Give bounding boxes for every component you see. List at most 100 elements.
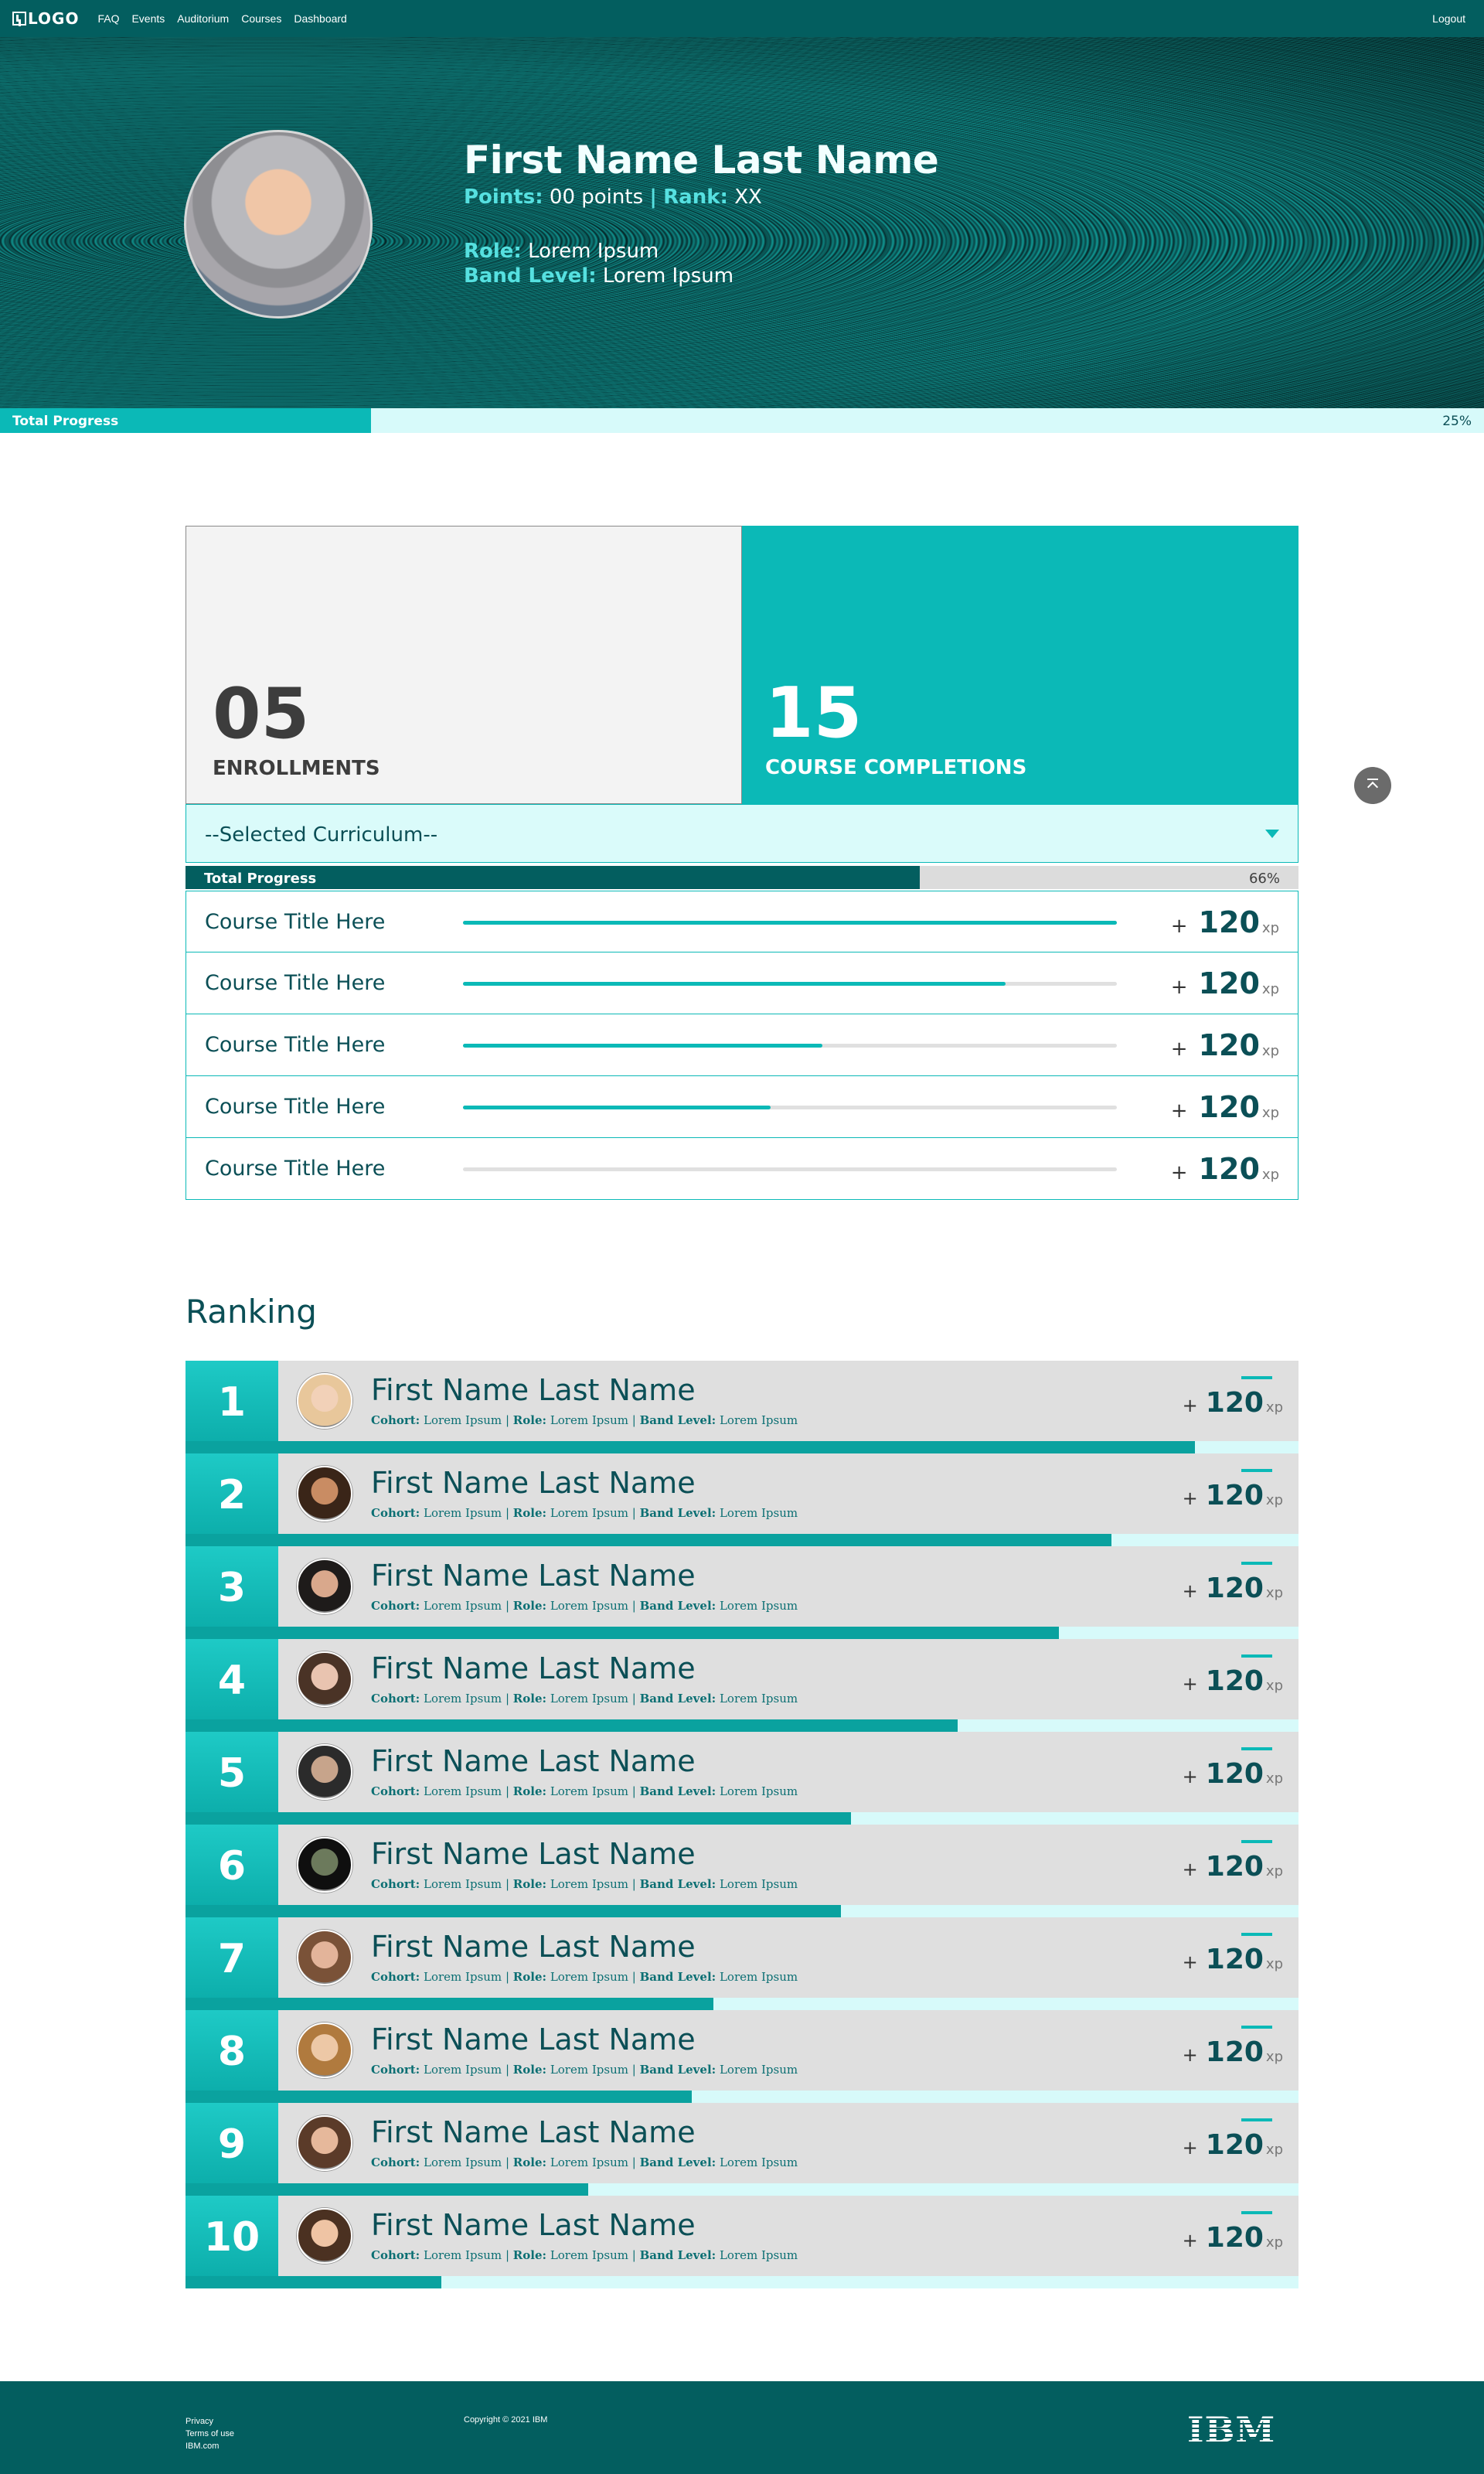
xp-plus: + [1182,1395,1198,1416]
ranking-name: First Name Last Name [371,1837,696,1871]
role-label: Role: [512,1970,547,1984]
footer-link-terms[interactable]: Terms of use [186,2428,234,2440]
top-nav: LOGO FAQ Events Auditorium Courses Dashb… [0,0,1484,37]
ranking-progress-fill [186,1998,713,2010]
profile-info: First Name Last Name Points: 00 points |… [464,138,939,288]
ranking-progress-fill [186,2183,589,2196]
nav-link-auditorium[interactable]: Auditorium [177,12,229,25]
curriculum-select[interactable]: --Selected Curriculum-- [186,804,1298,863]
ranking-xp: +120 xp [1183,1944,1283,1975]
meta-separator: | [631,1970,636,1984]
nav-link-events[interactable]: Events [131,12,165,25]
role-label: Role: [512,2155,547,2169]
nav-link-faq[interactable]: FAQ [97,12,119,25]
ranking-row[interactable]: 5 First Name Last Name Cohort: Lorem Ipsum… [186,1732,1298,1825]
cohort-label: Cohort: [371,1692,420,1706]
chevron-down-icon [1265,830,1279,838]
logout-link[interactable]: Logout [1432,12,1465,25]
ranking-xp: +120 xp [1183,2036,1283,2068]
nav-link-dashboard[interactable]: Dashboard [294,12,347,25]
ranking-row[interactable]: 1 First Name Last Name Cohort: Lorem Ipsum… [186,1361,1298,1453]
course-xp: +120 xp [1171,1152,1279,1186]
course-title: Course Title Here [205,971,386,995]
ranking-row[interactable]: 7 First Name Last Name Cohort: Lorem Ipsum… [186,1917,1298,2010]
course-row[interactable]: Course Title Here +120 xp [186,1014,1298,1076]
ranking-row[interactable]: 3 First Name Last Name Cohort: Lorem Ipsum… [186,1546,1298,1639]
ranking-name: First Name Last Name [371,1930,696,1964]
course-row[interactable]: Course Title Here +120 xp [186,952,1298,1014]
cohort-label: Cohort: [371,1413,420,1427]
course-row[interactable]: Course Title Here +120 xp [186,1076,1298,1138]
rank-dash [1241,1562,1272,1565]
xp-value: 120 [1205,2036,1264,2068]
ranking-row[interactable]: 6 First Name Last Name Cohort: Lorem Ipsum… [186,1825,1298,1917]
band-value: Lorem Ipsum [719,1877,798,1891]
xp-unit: xp [1265,1956,1283,1972]
ranking-name: First Name Last Name [371,2022,696,2057]
xp-plus: + [1182,1673,1198,1695]
rank-dash [1241,1840,1272,1843]
meta-separator: | [505,1599,509,1613]
ranking-meta: Cohort: Lorem Ipsum | Role: Lorem Ipsum … [371,1413,798,1427]
rank-dash [1241,1747,1272,1750]
ranking-card: First Name Last Name Cohort: Lorem Ipsum … [278,2010,1298,2091]
ranking-row[interactable]: 4 First Name Last Name Cohort: Lorem Ipsum… [186,1639,1298,1732]
xp-unit: xp [1265,1585,1283,1601]
ranking-progress-fill [186,1719,958,1732]
rank-dash [1241,1654,1272,1658]
total-progress-label: Total Progress [12,414,119,429]
cohort-value: Lorem Ipsum [424,1506,502,1520]
ibm-logo[interactable]: IBM. [1187,2411,1274,2446]
ranking-name: First Name Last Name [371,2115,696,2149]
band-label: Band Level: [639,1599,716,1613]
nav-link-courses[interactable]: Courses [241,12,281,25]
avatar [297,1559,352,1614]
xp-plus: + [1170,1161,1188,1184]
ranking-meta: Cohort: Lorem Ipsum | Role: Lorem Ipsum … [371,2155,798,2169]
avatar [297,2208,352,2264]
cohort-value: Lorem Ipsum [424,1877,502,1891]
meta-separator: | [505,1413,509,1427]
ranking-row[interactable]: 9 First Name Last Name Cohort: Lorem Ipsum… [186,2103,1298,2196]
ranking-row[interactable]: 2 First Name Last Name Cohort: Lorem Ipsum… [186,1453,1298,1546]
profile-band: Band Level: Lorem Ipsum [464,264,938,288]
ranking-row[interactable]: 10 First Name Last Name Cohort: Lorem Ipsu… [186,2196,1298,2288]
band-value: Lorem Ipsum [719,1413,798,1427]
xp-unit: xp [1265,1770,1283,1787]
meta-separator: | [505,2155,509,2169]
profile-name: First Name Last Name [464,138,939,182]
curriculum-progress-bar: Total Progress 66% [186,866,1298,889]
rank-number: 7 [186,1917,278,2010]
ranking-meta: Cohort: Lorem Ipsum | Role: Lorem Ipsum … [371,2248,798,2262]
xp-unit: xp [1261,1105,1279,1121]
course-row[interactable]: Course Title Here +120 xp [186,1138,1298,1200]
ranking-xp: +120 xp [1183,1573,1283,1604]
footer-link-privacy[interactable]: Privacy [186,2415,234,2428]
ranking-xp: +120 xp [1183,1480,1283,1511]
meta-separator: | [505,1784,509,1798]
cohort-label: Cohort: [371,1970,420,1984]
rank-number: 1 [186,1361,278,1453]
copyright: Copyright © 2021 IBM [464,2415,548,2425]
course-title: Course Title Here [205,1095,386,1119]
xp-plus: + [1182,2230,1198,2251]
avatar [297,1744,352,1800]
curriculum-selected-value: --Selected Curriculum-- [205,823,438,847]
course-progress-fill [463,1044,823,1048]
course-row[interactable]: Course Title Here +120 xp [186,891,1298,952]
xp-value: 120 [1198,905,1260,939]
ranking-progress-fill [186,1812,852,1825]
scroll-to-top-icon[interactable] [1354,767,1391,804]
ranking-name: First Name Last Name [371,1559,696,1593]
xp-value: 120 [1205,1851,1264,1883]
site-logo[interactable]: LOGO [12,9,79,28]
role-label: Role: [512,1413,547,1427]
xp-unit: xp [1265,1678,1283,1694]
footer-link-ibm[interactable]: IBM.com [186,2440,234,2452]
ranking-card: First Name Last Name Cohort: Lorem Ipsum … [278,1825,1298,1905]
avatar [297,1930,352,1985]
ranking-row[interactable]: 8 First Name Last Name Cohort: Lorem Ipsum… [186,2010,1298,2103]
completions-label: COURSE COMPLETIONS [765,756,1027,779]
ranking-progress-fill [186,1905,842,1917]
rank-number: 3 [186,1546,278,1639]
